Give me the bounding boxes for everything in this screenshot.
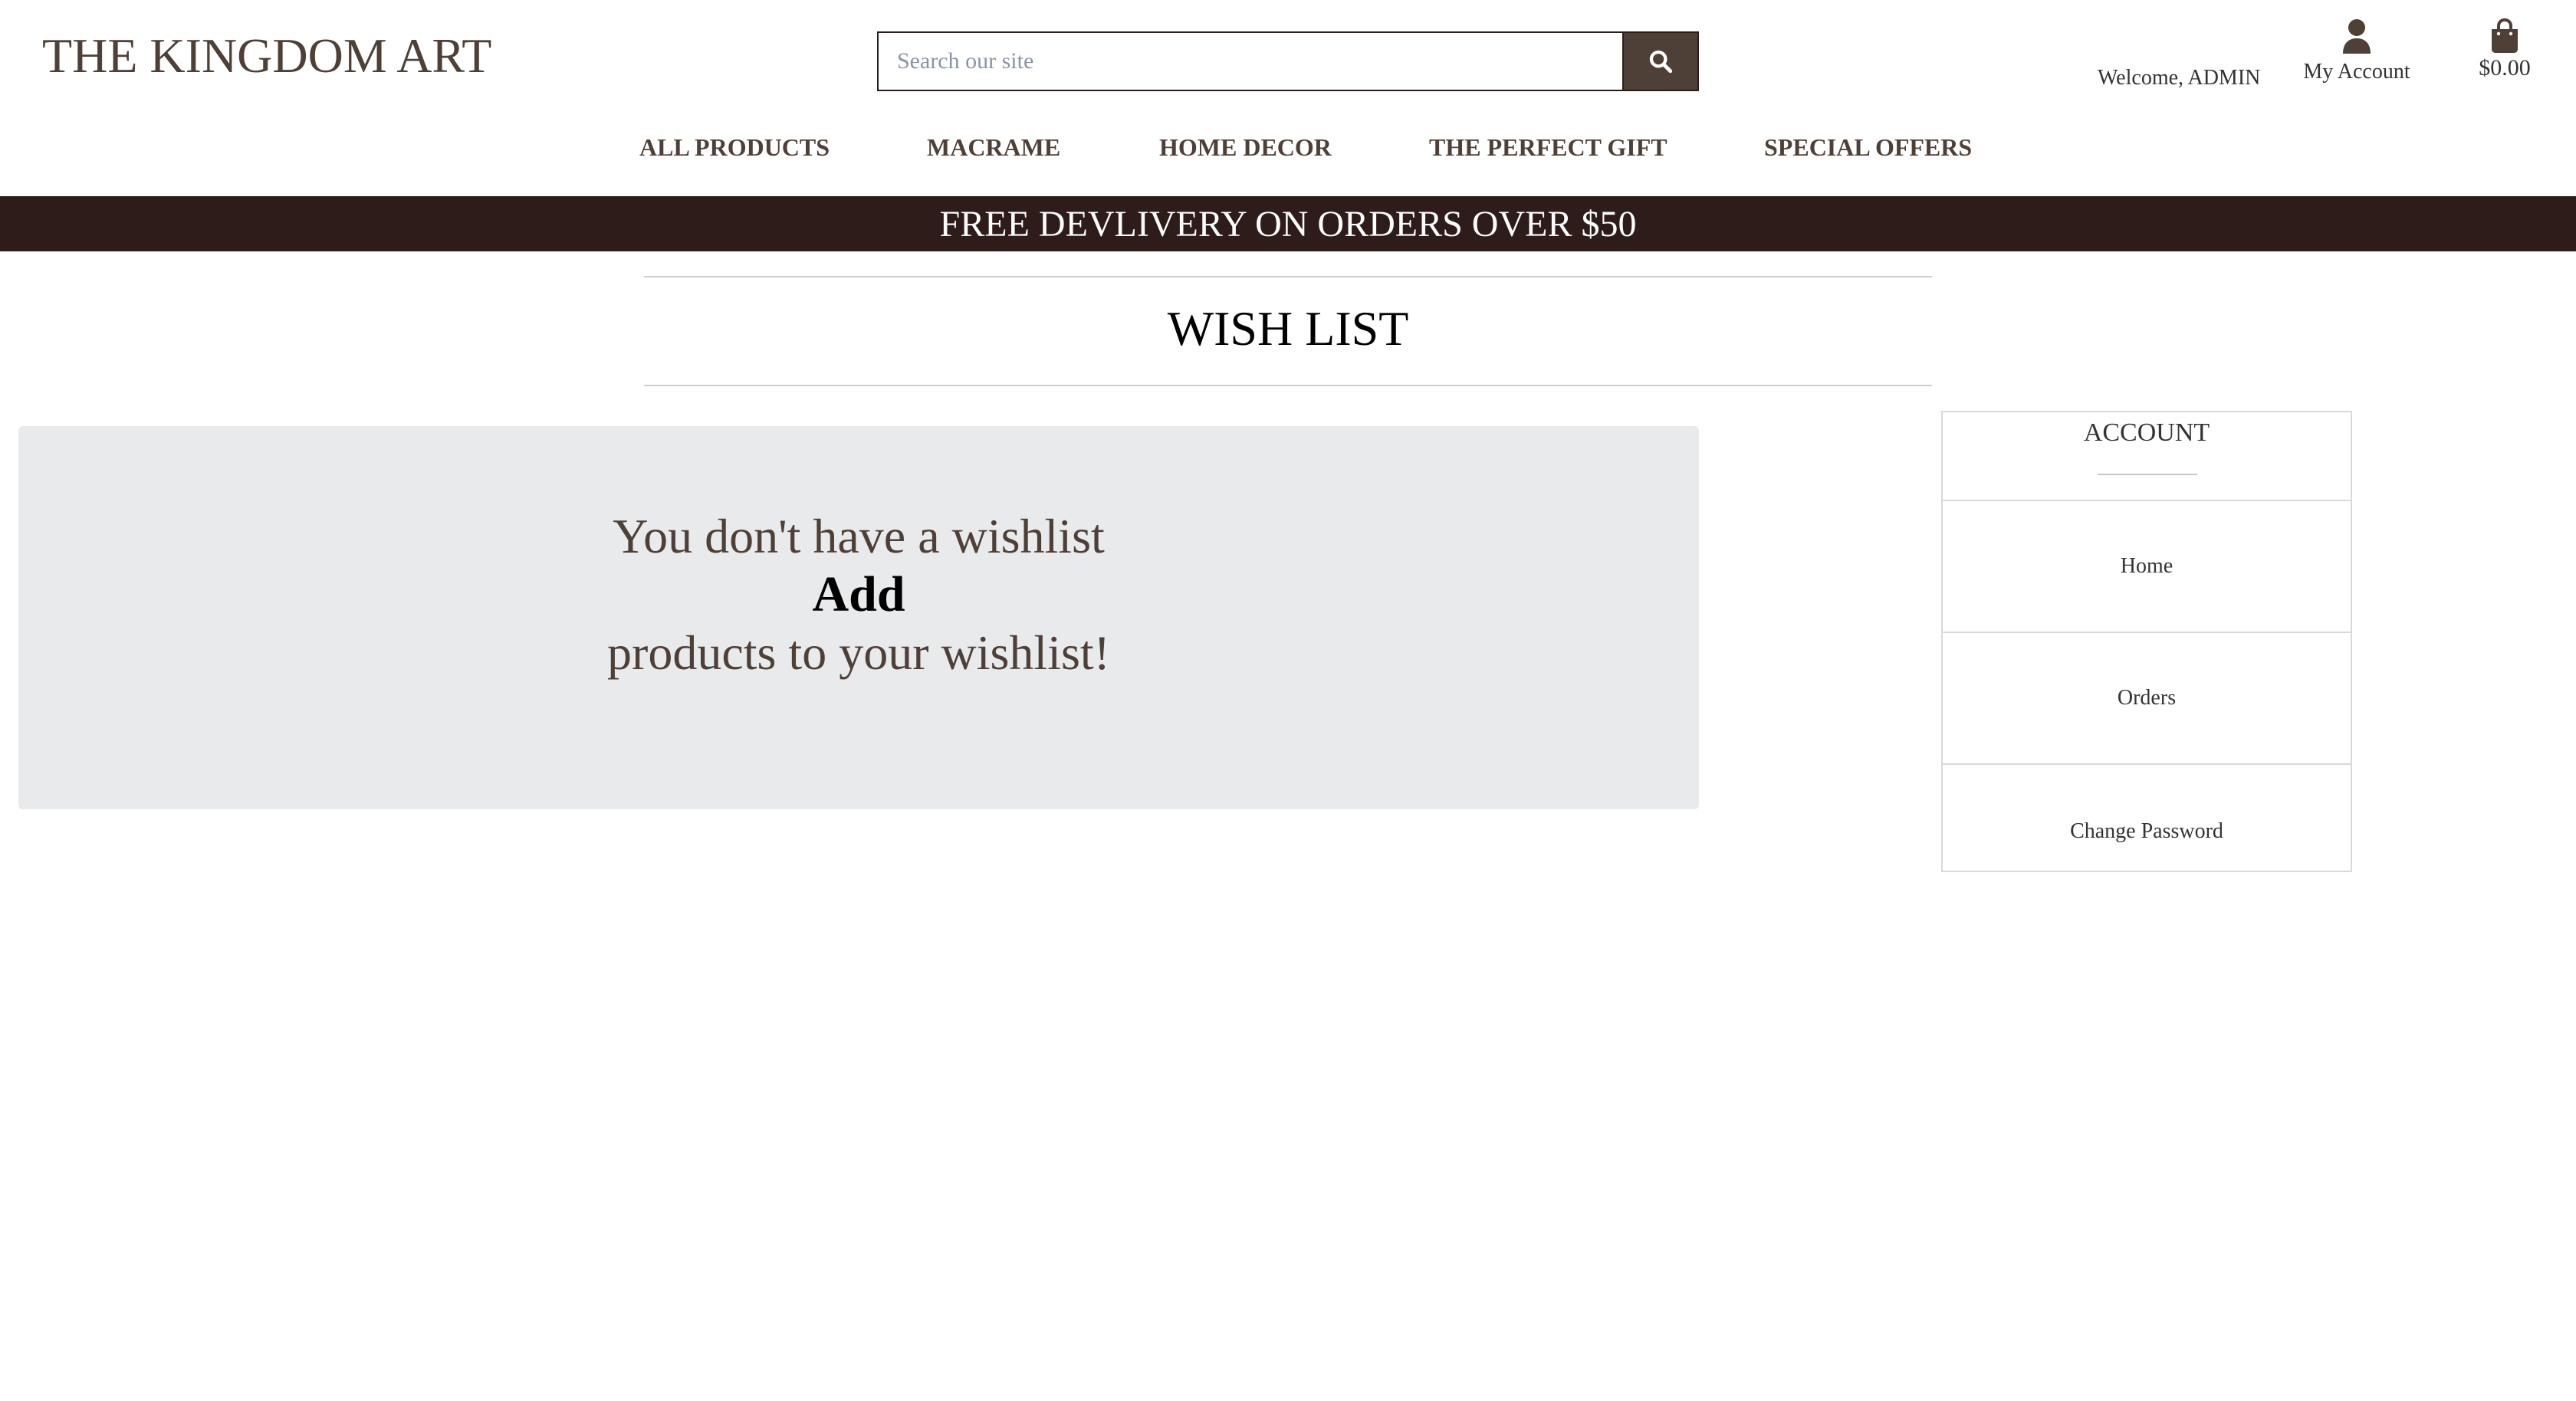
promo-banner: FREE DEVLIVERY ON ORDERS OVER $50	[0, 196, 2576, 251]
site-logo[interactable]: THE KINGDOM ART	[42, 28, 491, 84]
search-icon	[1649, 50, 1673, 74]
empty-wishlist-line2: products to your wishlist!	[607, 625, 1110, 680]
my-account-link[interactable]: My Account	[2303, 18, 2410, 84]
cart-link[interactable]: $0.00	[2466, 18, 2544, 81]
empty-wishlist-line1: You don't have a wishlist	[613, 509, 1105, 563]
nav-all-products[interactable]: ALL PRODUCTS	[639, 133, 830, 162]
page-title: WISH LIST	[1167, 301, 1409, 356]
account-item-change-password[interactable]: Change Password	[1943, 765, 2351, 871]
account-sidebar-header: ACCOUNT	[1943, 412, 2351, 501]
nav-macrame[interactable]: MACRAME	[927, 133, 1060, 162]
account-item-home-label: Home	[2120, 554, 2174, 578]
add-products-link[interactable]: Add	[812, 566, 905, 624]
search-button[interactable]	[1622, 33, 1697, 90]
promo-banner-text: FREE DEVLIVERY ON ORDERS OVER $50	[939, 203, 1637, 244]
search-input[interactable]	[879, 33, 1622, 90]
title-divider-bottom	[644, 385, 1932, 386]
nav-special-offers[interactable]: SPECIAL OFFERS	[1764, 133, 1972, 162]
account-item-orders[interactable]: Orders	[1943, 633, 2351, 765]
title-divider-top	[644, 276, 1932, 277]
nav-home-decor[interactable]: HOME DECOR	[1159, 133, 1332, 162]
shopping-bag-icon	[2492, 18, 2518, 53]
account-item-change-password-label: Change Password	[2070, 819, 2223, 843]
account-sidebar: ACCOUNT Home Orders Change Password	[1941, 411, 2352, 872]
cart-total: $0.00	[2479, 55, 2531, 80]
search-bar	[877, 31, 1699, 91]
empty-wishlist-message: You don't have a wishlist Add products t…	[18, 426, 1699, 809]
welcome-text: Welcome, ADMIN	[2098, 66, 2261, 90]
account-sidebar-title: ACCOUNT	[2083, 418, 2210, 447]
account-title-underline	[2098, 474, 2197, 475]
my-account-label: My Account	[2303, 60, 2410, 84]
user-icon	[2343, 19, 2371, 54]
account-item-orders-label: Orders	[2117, 686, 2177, 710]
account-item-home[interactable]: Home	[1943, 501, 2351, 633]
nav-perfect-gift[interactable]: THE PERFECT GIFT	[1429, 133, 1668, 162]
